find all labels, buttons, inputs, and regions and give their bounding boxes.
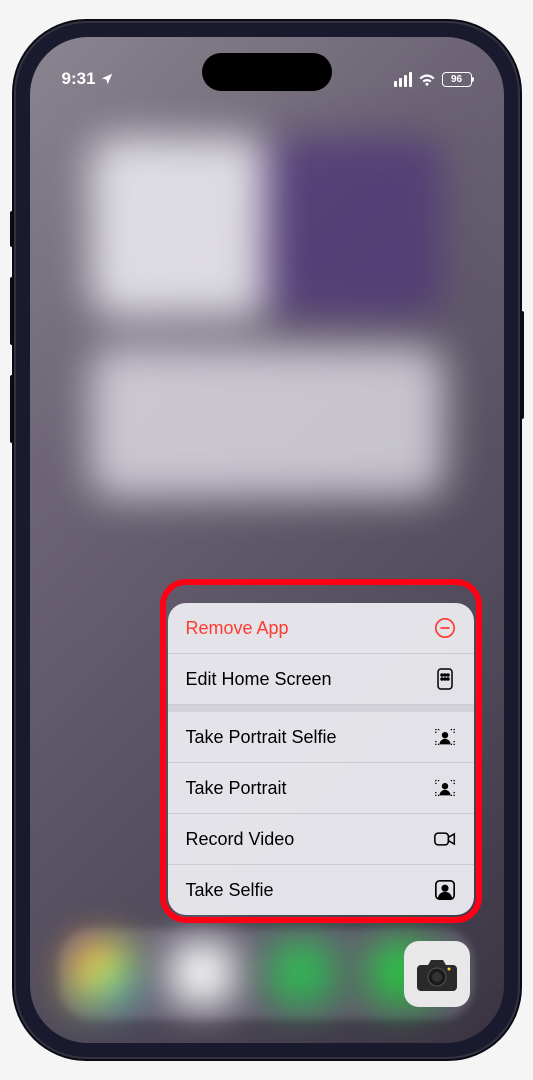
menu-item-take-portrait-selfie[interactable]: Take Portrait Selfie — [168, 712, 474, 763]
context-menu: Remove App Edit Home Screen — [168, 603, 474, 915]
menu-item-take-selfie[interactable]: Take Selfie — [168, 865, 474, 915]
battery-icon: 96 — [442, 72, 472, 87]
phone-device-frame: 9:31 96 — [14, 21, 520, 1059]
clock-widget-blurred — [90, 137, 270, 317]
right-side-button — [520, 311, 524, 419]
person-portrait-icon — [434, 777, 456, 799]
dynamic-island — [202, 53, 332, 91]
camera-app-icon[interactable] — [404, 941, 470, 1007]
menu-item-label: Take Selfie — [186, 880, 274, 901]
location-arrow-icon — [100, 72, 114, 86]
menu-item-record-video[interactable]: Record Video — [168, 814, 474, 865]
cellular-signal-icon — [394, 72, 412, 87]
wifi-icon — [418, 72, 436, 86]
menu-item-label: Record Video — [186, 829, 295, 850]
camera-icon — [415, 955, 459, 993]
widget-blurred — [264, 137, 444, 317]
menu-item-label: Take Portrait — [186, 778, 287, 799]
menu-item-take-portrait[interactable]: Take Portrait — [168, 763, 474, 814]
video-camera-icon — [434, 828, 456, 850]
left-side-buttons — [10, 211, 14, 473]
battery-level: 96 — [451, 74, 462, 85]
phone-screen: 9:31 96 — [30, 37, 504, 1043]
status-time: 9:31 — [62, 69, 96, 89]
status-left: 9:31 — [62, 69, 114, 89]
minus-circle-icon — [434, 617, 456, 639]
menu-separator — [168, 705, 474, 712]
menu-item-remove-app[interactable]: Remove App — [168, 603, 474, 654]
dock-apps-blurred — [70, 941, 436, 1007]
person-portrait-icon — [434, 726, 456, 748]
menu-item-label: Remove App — [186, 618, 289, 639]
menu-item-label: Edit Home Screen — [186, 669, 332, 690]
menu-item-label: Take Portrait Selfie — [186, 727, 337, 748]
person-square-icon — [434, 879, 456, 901]
apps-grid-icon — [434, 668, 456, 690]
status-right: 96 — [394, 72, 472, 87]
menu-item-edit-home-screen[interactable]: Edit Home Screen — [168, 654, 474, 705]
note-widget-blurred — [90, 347, 444, 497]
